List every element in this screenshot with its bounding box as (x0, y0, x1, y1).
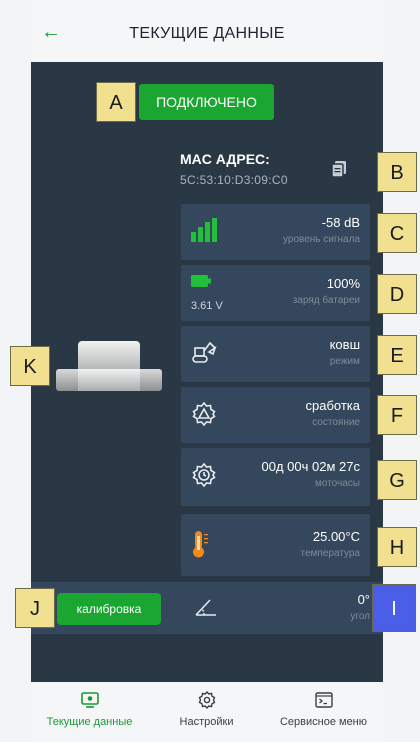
main-panel: ПОДКЛЮЧЕНО MAC АДРЕС: 5C:53:10:D3:09:C0 … (31, 62, 383, 682)
nav-label: Настройки (179, 716, 234, 728)
temperature-label: температура (300, 548, 361, 559)
annotation-label-c: C (377, 213, 417, 253)
signal-value: -58 dB (321, 215, 360, 230)
mac-label: MAC АДРЕС: (180, 151, 270, 167)
sensor-device-image (56, 341, 162, 391)
header: ← ТЕКУЩИЕ ДАННЫЕ (31, 0, 383, 62)
annotation-label-a: A (96, 82, 136, 122)
terminal-icon (314, 692, 333, 708)
annotation-label-h: H (377, 527, 417, 567)
battery-label: заряд батареи (292, 295, 360, 306)
annotation-label-g: G (377, 460, 417, 500)
hours-card: 00д 00ч 02м 27с моточасы (181, 448, 370, 506)
mode-label: режим (329, 356, 360, 367)
angle-value: 0° (357, 592, 370, 607)
battery-voltage: 3.61 V (191, 300, 223, 312)
page-title: ТЕКУЩИЕ ДАННЫЕ (129, 25, 285, 42)
state-value: сработка (305, 398, 360, 413)
nav-current-data[interactable]: Текущие данные (31, 690, 148, 728)
copy-icon[interactable] (331, 160, 347, 178)
gear-warning-icon (192, 401, 216, 427)
annotation-label-i: I (372, 584, 416, 632)
nav-service-menu[interactable]: Сервисное меню (265, 690, 382, 728)
mode-card: ковш режим (181, 326, 370, 382)
mac-value: 5C:53:10:D3:09:C0 (180, 173, 288, 187)
annotation-label-b: B (377, 152, 417, 192)
annotation-label-e: E (377, 335, 417, 375)
battery-value: 100% (326, 276, 360, 291)
signal-card: -58 dB уровень сигнала (181, 204, 370, 260)
annotation-label-k: K (10, 346, 50, 386)
state-label: состояние (312, 417, 360, 428)
annotation-label-d: D (377, 274, 417, 314)
phone-screen: ← ТЕКУЩИЕ ДАННЫЕ ПОДКЛЮЧЕНО MAC АДРЕС: 5… (31, 0, 383, 742)
hours-label: моточасы (315, 478, 360, 489)
excavator-icon (192, 341, 217, 363)
mode-value: ковш (329, 337, 360, 352)
gear-clock-icon (192, 462, 216, 488)
bottom-nav: Текущие данные Настройки Сервисное меню (31, 682, 383, 742)
monitor-icon (80, 692, 99, 708)
signal-label: уровень сигнала (283, 234, 360, 245)
nav-label: Сервисное меню (279, 716, 368, 728)
thermometer-icon (193, 531, 208, 558)
nav-label: Текущие данные (46, 716, 133, 728)
gear-icon (198, 690, 215, 710)
state-card: сработка состояние (181, 387, 370, 443)
temperature-value: 25.00°C (312, 529, 360, 544)
battery-icon (191, 275, 211, 287)
nav-settings[interactable]: Настройки (148, 690, 265, 728)
angle-label: угол (350, 611, 370, 622)
battery-card: 3.61 V 100% заряд батареи (181, 265, 370, 321)
temperature-card: 25.00°C температура (181, 514, 370, 576)
hours-value: 00д 00ч 02м 27с (261, 459, 360, 474)
annotation-label-j: J (15, 588, 55, 628)
angle-icon (195, 599, 216, 616)
calibration-button[interactable]: калибровка (57, 593, 161, 625)
annotation-label-f: F (377, 395, 417, 435)
connected-status-button[interactable]: ПОДКЛЮЧЕНО (139, 84, 274, 120)
signal-strength-icon (191, 218, 217, 242)
